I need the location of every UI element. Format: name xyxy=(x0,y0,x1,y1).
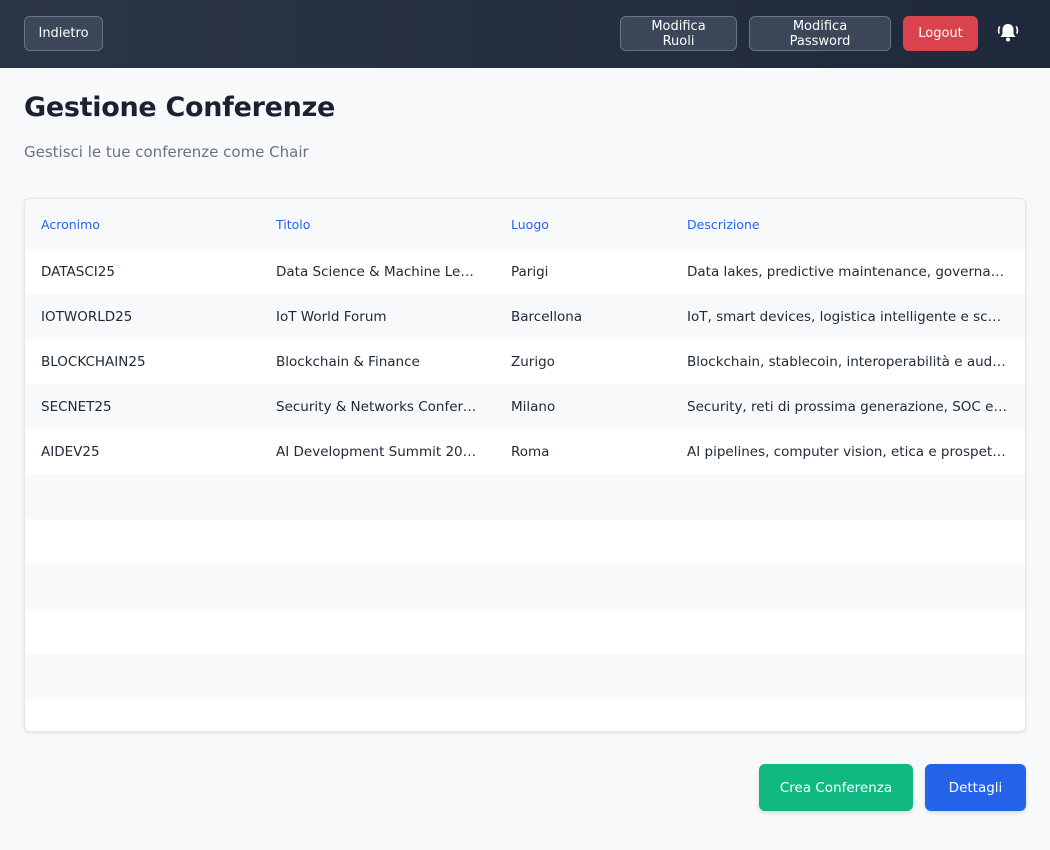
cell-title: Security & Networks Conference xyxy=(276,398,495,415)
column-header-acronym[interactable]: Acronimo xyxy=(25,217,260,232)
cell-acronym: AIDEV25 xyxy=(41,443,100,460)
cell-description: Blockchain, stablecoin, interoperabilità… xyxy=(687,353,1025,370)
empty-table-row xyxy=(25,564,1025,609)
bell-icon[interactable] xyxy=(996,22,1020,44)
page-title: Gestione Conferenze xyxy=(24,92,336,123)
cell-acronym: BLOCKCHAIN25 xyxy=(41,353,146,370)
table-row[interactable]: IOTWORLD25 IoT World Forum Barcellona Io… xyxy=(25,294,1025,339)
edit-roles-button[interactable]: Modifica Ruoli xyxy=(620,16,737,51)
cell-description: Security, reti di prossima generazione, … xyxy=(687,398,1025,415)
cell-description: IoT, smart devices, logistica intelligen… xyxy=(687,308,1025,325)
cell-location: Zurigo xyxy=(511,353,555,370)
cell-title: Data Science & Machine Learning xyxy=(276,263,495,280)
empty-table-row xyxy=(25,654,1025,699)
cell-acronym: IOTWORLD25 xyxy=(41,308,133,325)
table-row[interactable]: SECNET25 Security & Networks Conference … xyxy=(25,384,1025,429)
cell-location: Barcellona xyxy=(511,308,583,325)
empty-table-row xyxy=(25,519,1025,564)
table-row[interactable]: BLOCKCHAIN25 Blockchain & Finance Zurigo… xyxy=(25,339,1025,384)
column-header-title[interactable]: Titolo xyxy=(260,217,495,232)
cell-title: Blockchain & Finance xyxy=(276,353,420,370)
change-password-button[interactable]: Modifica Password xyxy=(749,16,891,51)
cell-title: IoT World Forum xyxy=(276,308,387,325)
cell-acronym: SECNET25 xyxy=(41,398,112,415)
top-navigation-bar: Indietro Modifica Ruoli Modifica Passwor… xyxy=(0,0,1050,68)
cell-location: Milano xyxy=(511,398,556,415)
cell-description: Data lakes, predictive maintenance, gove… xyxy=(687,263,1025,280)
conferences-table: Acronimo Titolo Luogo Descrizione DATASC… xyxy=(24,198,1026,732)
column-header-location[interactable]: Luogo xyxy=(495,217,671,232)
cell-location: Roma xyxy=(511,443,550,460)
back-button[interactable]: Indietro xyxy=(24,16,103,51)
empty-table-row xyxy=(25,474,1025,519)
cell-location: Parigi xyxy=(511,263,549,280)
cell-acronym: DATASCI25 xyxy=(41,263,115,280)
page-subtitle: Gestisci le tue conferenze come Chair xyxy=(24,143,309,161)
table-body: DATASCI25 Data Science & Machine Learnin… xyxy=(25,249,1025,731)
details-button[interactable]: Dettagli xyxy=(925,764,1026,811)
cell-title: AI Development Summit 2025 xyxy=(276,443,480,460)
create-conference-button[interactable]: Crea Conferenza xyxy=(759,764,913,811)
table-row[interactable]: AIDEV25 AI Development Summit 2025 Roma … xyxy=(25,429,1025,474)
logout-button[interactable]: Logout xyxy=(903,16,978,51)
cell-description: AI pipelines, computer vision, etica e p… xyxy=(687,443,1025,460)
empty-table-row xyxy=(25,699,1025,731)
table-row[interactable]: DATASCI25 Data Science & Machine Learnin… xyxy=(25,249,1025,294)
column-header-description[interactable]: Descrizione xyxy=(671,217,1025,232)
empty-table-row xyxy=(25,609,1025,654)
table-header: Acronimo Titolo Luogo Descrizione xyxy=(25,199,1025,249)
